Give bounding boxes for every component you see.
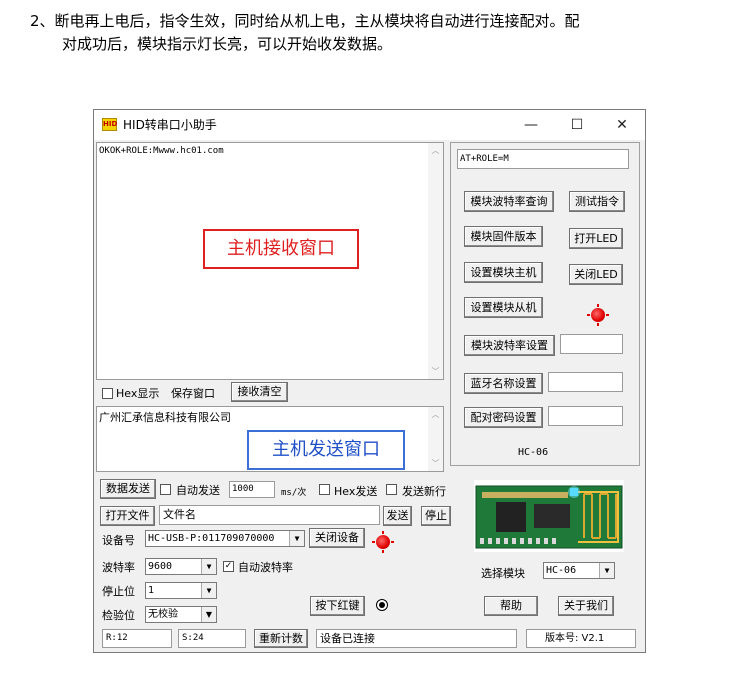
parity-select[interactable]: 无校验 ▼ (145, 606, 217, 623)
chevron-down-icon[interactable]: ▼ (201, 559, 216, 574)
stopbit-select-value: 1 (148, 585, 155, 596)
scroll-down-icon[interactable]: ﹀ (428, 364, 443, 379)
device-led-icon (372, 531, 394, 553)
auto-send-checkbox[interactable] (160, 484, 171, 495)
chevron-down-icon[interactable]: ▼ (289, 531, 304, 546)
module-select[interactable]: HC-06 ▼ (543, 562, 615, 579)
baud-query-button[interactable]: 模块波特率查询 (464, 191, 554, 212)
baud-set-button[interactable]: 模块波特率设置 (464, 335, 555, 356)
send-scrollbar[interactable]: ︿ ﹀ (428, 407, 443, 471)
send-newline-label: 发送新行 (402, 485, 446, 498)
pin-set-button[interactable]: 配对密码设置 (464, 407, 543, 428)
receive-text: OKOK+ROLE:Mwww.hc01.com (99, 146, 224, 156)
tx-count: S:24 (178, 629, 246, 648)
baud-select[interactable]: 9600 ▼ (145, 558, 217, 575)
scroll-up-icon[interactable]: ︿ (428, 407, 443, 422)
doc-line-1: 2、断电再上电后，指令生效，同时给从机上电，主从模块将自动进行连接配对。配 (30, 12, 580, 30)
receive-scrollbar[interactable]: ︿ ﹀ (428, 143, 443, 379)
open-file-button[interactable]: 打开文件 (100, 506, 155, 526)
stopbit-select[interactable]: 1 ▼ (145, 582, 217, 599)
device-select[interactable]: HC-USB-P:011709070000 ▼ (145, 530, 305, 547)
close-button[interactable]: ✕ (599, 110, 645, 140)
minimize-button[interactable]: — (508, 110, 554, 140)
auto-send-label: 自动发送 (176, 484, 220, 497)
select-module-label: 选择模块 (481, 567, 525, 580)
firmware-version-button[interactable]: 模块固件版本 (464, 226, 543, 247)
about-button[interactable]: 关于我们 (558, 596, 614, 616)
at-command-input[interactable]: AT+ROLE=M (457, 149, 629, 169)
device-label: 设备号 (102, 534, 135, 547)
interval-input[interactable]: 1000 (229, 481, 275, 498)
save-window-label[interactable]: 保存窗口 (171, 385, 215, 401)
stopbit-label: 停止位 (102, 585, 135, 598)
maximize-button[interactable]: ☐ (554, 110, 600, 140)
hc06-module-image (474, 480, 624, 552)
scroll-down-icon[interactable]: ﹀ (428, 456, 443, 471)
chevron-down-icon[interactable]: ▼ (201, 607, 216, 622)
bt-name-input[interactable] (548, 372, 623, 392)
send-window-label: 主机发送窗口 (247, 430, 405, 470)
version-field: 版本号: V2.1 (526, 629, 636, 648)
hex-send-label: Hex发送 (334, 485, 378, 498)
chevron-down-icon[interactable]: ▼ (599, 563, 614, 578)
send-newline-checkbox[interactable] (386, 484, 397, 495)
file-name-input[interactable]: 文件名 (159, 505, 380, 525)
bt-name-button[interactable]: 蓝牙名称设置 (464, 373, 543, 394)
baud-label: 波特率 (102, 561, 135, 574)
parity-label: 检验位 (102, 609, 135, 622)
parity-select-value: 无校验 (148, 609, 178, 620)
send-textarea[interactable]: 广州汇承信息科技有限公司 ︿ ﹀ 主机发送窗口 (96, 406, 444, 472)
record-icon (376, 599, 388, 611)
stop-button[interactable]: 停止 (421, 506, 451, 526)
set-slave-button[interactable]: 设置模块从机 (464, 297, 543, 318)
press-red-key-button[interactable]: 按下红键 (310, 596, 365, 616)
send-button[interactable]: 发送 (383, 506, 412, 526)
device-select-value: HC-USB-P:011709070000 (148, 533, 275, 544)
window-title: HID转串口小助手 (123, 118, 217, 132)
app-window: HID HID转串口小助手 — ☐ ✕ OKOK+ROLE:Mwww.hc01.… (93, 109, 646, 653)
command-panel: AT+ROLE=M 模块波特率查询 测试指令 模块固件版本 打开LED 设置模块… (450, 142, 640, 466)
receive-textarea[interactable]: OKOK+ROLE:Mwww.hc01.com ︿ ﹀ 主机接收窗口 (96, 142, 444, 380)
baud-select-value: 9600 (148, 561, 173, 572)
chevron-down-icon[interactable]: ▼ (201, 583, 216, 598)
hex-display-label: Hex显示 (116, 387, 160, 400)
test-command-button[interactable]: 测试指令 (569, 191, 625, 212)
device-status-field: 设备已连接 (316, 629, 517, 648)
send-text: 广州汇承信息科技有限公司 (99, 411, 231, 424)
auto-baud-label: 自动波特率 (238, 561, 293, 574)
scroll-up-icon[interactable]: ︿ (428, 143, 443, 158)
title-bar[interactable]: HID HID转串口小助手 — ☐ ✕ (94, 110, 645, 140)
close-device-button[interactable]: 关闭设备 (309, 528, 365, 548)
module-model-label: HC-06 (518, 447, 549, 458)
module-led-icon (587, 304, 609, 326)
receive-window-label: 主机接收窗口 (203, 229, 359, 269)
led-on-button[interactable]: 打开LED (569, 228, 623, 249)
interval-unit-label: ms/次 (281, 488, 307, 498)
hex-send-checkbox[interactable] (319, 484, 330, 495)
clear-receive-button[interactable]: 接收清空 (231, 382, 288, 402)
led-off-button[interactable]: 关闭LED (569, 264, 623, 285)
reset-count-button[interactable]: 重新计数 (254, 629, 308, 648)
hid-logo-icon: HID (102, 118, 117, 131)
set-master-button[interactable]: 设置模块主机 (464, 262, 543, 283)
pin-set-input[interactable] (548, 406, 623, 426)
data-send-button[interactable]: 数据发送 (100, 479, 156, 499)
baud-set-input[interactable] (560, 334, 623, 354)
module-select-value: HC-06 (546, 565, 577, 576)
auto-baud-checkbox[interactable]: ✓ (223, 561, 234, 572)
hex-display-checkbox[interactable] (102, 388, 113, 399)
help-button[interactable]: 帮助 (484, 596, 538, 616)
doc-line-2: 对成功后，模块指示灯长亮，可以开始收发数据。 (62, 35, 393, 53)
rx-count: R:12 (102, 629, 172, 648)
